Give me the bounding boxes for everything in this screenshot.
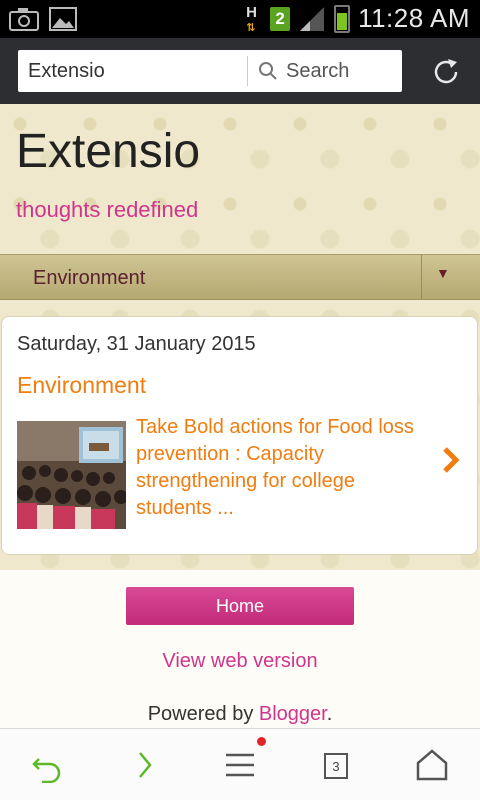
forward-icon[interactable] <box>126 747 162 783</box>
camera-icon <box>9 8 39 31</box>
post-card: Saturday, 31 January 2015 Environment Ta… <box>1 316 478 555</box>
refresh-icon[interactable] <box>430 56 462 88</box>
url-input[interactable] <box>28 50 248 92</box>
blog-title[interactable]: Extensio <box>16 124 200 179</box>
notification-dot <box>257 737 266 746</box>
view-web-version-link[interactable]: View web version <box>0 650 480 673</box>
blogger-link[interactable]: Blogger <box>259 703 327 725</box>
post-category-title[interactable]: Environment <box>17 372 146 399</box>
dropdown-arrow-icon[interactable]: ▼ <box>436 265 450 281</box>
home-button[interactable]: Home <box>126 587 354 625</box>
browser-bottom-bar: 3 <box>0 728 480 800</box>
page-selector[interactable]: Environment ▼ <box>0 254 480 300</box>
powered-by-label: Powered by <box>147 703 254 725</box>
search-label: Search <box>286 59 350 82</box>
home-icon[interactable] <box>414 747 450 783</box>
powered-by: Powered by Blogger. <box>0 703 480 726</box>
menu-icon[interactable] <box>222 747 258 783</box>
battery-icon <box>334 4 351 33</box>
back-icon[interactable] <box>30 747 66 783</box>
powered-by-period: . <box>326 703 333 725</box>
address-divider <box>247 56 248 86</box>
sim-badge: 2 <box>270 6 291 31</box>
signal-icon <box>300 6 325 31</box>
gallery-icon <box>49 7 77 31</box>
search-button[interactable]: Search <box>258 50 349 92</box>
blog-header: Extensio thoughts redefined Environment … <box>0 104 480 570</box>
page-selector-divider <box>421 255 422 299</box>
clock: 11:28 AM <box>358 3 470 33</box>
post-date: Saturday, 31 January 2015 <box>17 333 256 355</box>
post-thumbnail[interactable] <box>17 421 126 529</box>
blog-tagline: thoughts redefined <box>16 197 199 222</box>
network-type-icon: H ⇅ <box>246 3 257 34</box>
status-bar: H ⇅ 2 11:28 AM <box>0 0 480 38</box>
tabs-button[interactable]: 3 <box>324 753 348 779</box>
search-icon <box>259 62 277 80</box>
browser-toolbar: Search <box>0 38 480 104</box>
post-link[interactable]: Take Bold actions for Food loss preventi… <box>136 414 416 522</box>
address-bar[interactable]: Search <box>18 50 402 92</box>
page-selector-label: Environment <box>33 267 146 289</box>
chevron-right-icon[interactable] <box>440 445 462 475</box>
